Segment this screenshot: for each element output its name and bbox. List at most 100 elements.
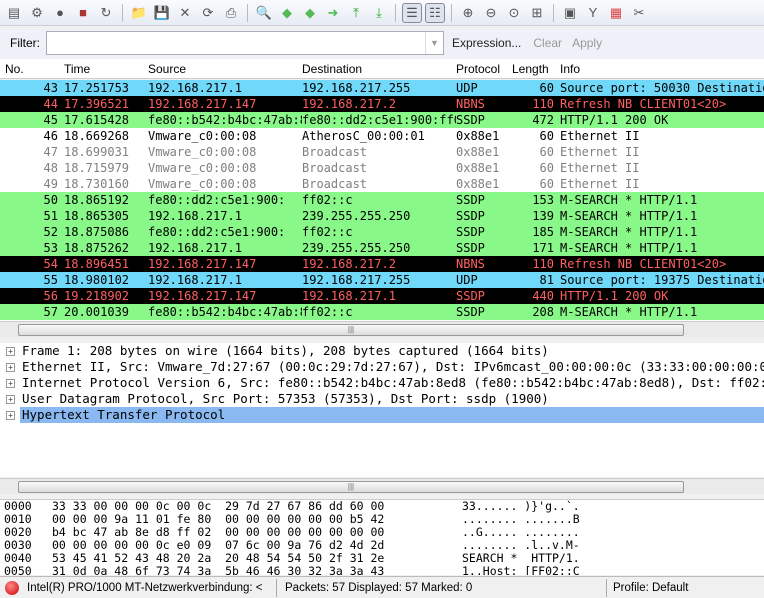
packet-row[interactable]: 47 18.699031 Vmware_c0:00:08 Broadcast 0x88e… bbox=[0, 144, 764, 160]
packet-dst: ff02::c bbox=[302, 225, 353, 239]
packet-len: 139 bbox=[532, 209, 554, 223]
packet-dst: 239.255.255.250 bbox=[302, 241, 411, 255]
packet-dst: 192.168.217.255 bbox=[302, 273, 411, 287]
close-file-icon[interactable]: ✕ bbox=[175, 3, 195, 23]
capture-options-icon[interactable]: ⚙ bbox=[27, 3, 47, 23]
detail-tree-item[interactable]: + User Datagram Protocol, Src Port: 57353… bbox=[0, 391, 764, 407]
col-length[interactable]: Length bbox=[512, 62, 549, 76]
packet-row[interactable]: 48 18.715979 Vmware_c0:00:08 Broadcast 0x88e… bbox=[0, 160, 764, 176]
packet-proto: 0x88e1 bbox=[456, 145, 500, 159]
packet-row[interactable]: 46 18.669268 Vmware_c0:00:08 AtherosC_00:00… bbox=[0, 128, 764, 144]
packet-info: M-SEARCH * HTTP/1.1 bbox=[560, 305, 698, 319]
packet-row[interactable]: 54 18.896451 192.168.217.147 192.168.217.2 N… bbox=[0, 256, 764, 272]
display-filters-icon[interactable]: Y bbox=[583, 3, 603, 23]
reload-icon[interactable]: ⟳ bbox=[198, 3, 218, 23]
normal-size-icon[interactable]: ⊙ bbox=[504, 3, 524, 23]
expression-button[interactable]: Expression... bbox=[452, 36, 521, 50]
capture-filters-icon[interactable]: ▣ bbox=[560, 3, 580, 23]
packet-row[interactable]: 49 18.730160 Vmware_c0:00:08 Broadcast 0x88e… bbox=[0, 176, 764, 192]
coloring-rules-icon[interactable]: ▦ bbox=[606, 3, 626, 23]
packet-row[interactable]: 56 19.218902 192.168.217.147 192.168.217.1 S… bbox=[0, 288, 764, 304]
go-first-icon[interactable]: ⤒ bbox=[346, 3, 366, 23]
packet-dst: 192.168.217.2 bbox=[302, 97, 396, 111]
packet-no: 57 bbox=[43, 305, 58, 319]
packet-time: 18.699031 bbox=[64, 145, 130, 159]
packet-info: Ethernet II bbox=[560, 161, 640, 175]
packet-row[interactable]: 55 18.980102 192.168.217.1 192.168.217.255 U… bbox=[0, 272, 764, 288]
packet-row[interactable]: 43 17.251753 192.168.217.1 192.168.217.255 U… bbox=[0, 80, 764, 96]
go-forward-icon[interactable]: ◆ bbox=[300, 3, 320, 23]
packet-src: fe80::b542:b4bc:47ab:8ed8 bbox=[148, 113, 302, 127]
col-info[interactable]: Info bbox=[560, 62, 580, 76]
autoscroll-icon[interactable]: ☷ bbox=[425, 2, 445, 23]
detail-tree-item[interactable]: + Frame 1: 208 bytes on wire (1664 bits),… bbox=[0, 343, 764, 359]
packet-dst: Broadcast bbox=[302, 177, 368, 191]
expand-icon[interactable]: + bbox=[6, 379, 15, 388]
packet-row[interactable]: 44 17.396521 192.168.217.147 192.168.217.2 N… bbox=[0, 96, 764, 112]
capture-status-icon[interactable] bbox=[5, 580, 19, 595]
colorize-icon[interactable]: ☰ bbox=[402, 2, 422, 23]
details-scrollbar[interactable]: ||| bbox=[0, 478, 764, 494]
expand-icon[interactable]: + bbox=[6, 395, 15, 404]
packet-row[interactable]: 50 18.865192 fe80::dd2:c5e1:900: ff02::c SSD… bbox=[0, 192, 764, 208]
packet-src: 192.168.217.1 bbox=[148, 209, 242, 223]
filter-dropdown-icon[interactable]: ▼ bbox=[425, 32, 443, 54]
clear-button[interactable]: Clear bbox=[533, 36, 562, 50]
zoom-in-icon[interactable]: ⊕ bbox=[458, 3, 478, 23]
detail-tree-item[interactable]: + Ethernet II, Src: Vmware_7d:27:67 (00:0… bbox=[0, 359, 764, 375]
col-destination[interactable]: Destination bbox=[302, 62, 362, 76]
packet-bytes: 0000 33 33 00 00 00 0c 00 0c 29 7d 27 67 … bbox=[0, 499, 764, 575]
hex-ascii: 1..Host: [FF02::C bbox=[462, 564, 580, 576]
packet-row[interactable]: 57 20.001039 fe80::b542:b4bc:47ab:8ed8ff02… bbox=[0, 304, 764, 320]
scroll-thumb[interactable]: ||| bbox=[18, 324, 684, 336]
restart-capture-icon[interactable]: ↻ bbox=[96, 3, 116, 23]
go-to-packet-icon[interactable]: ➜ bbox=[323, 3, 343, 23]
filter-input[interactable]: ▼ bbox=[46, 31, 444, 55]
packet-row[interactable]: 52 18.875086 fe80::dd2:c5e1:900: ff02::c SSD… bbox=[0, 224, 764, 240]
packet-len: 185 bbox=[532, 225, 554, 239]
packet-len: 60 bbox=[539, 129, 554, 143]
packet-src: Vmware_c0:00:08 bbox=[148, 177, 257, 191]
resize-columns-icon[interactable]: ⊞ bbox=[527, 3, 547, 23]
packet-src: Vmware_c0:00:08 bbox=[148, 145, 257, 159]
go-back-icon[interactable]: ◆ bbox=[277, 3, 297, 23]
packet-dst: 192.168.217.1 bbox=[302, 289, 396, 303]
preferences-icon[interactable]: ✂ bbox=[629, 3, 649, 23]
col-protocol[interactable]: Protocol bbox=[456, 62, 500, 76]
save-file-icon[interactable]: 💾 bbox=[152, 3, 172, 23]
packet-time: 18.865305 bbox=[64, 209, 130, 223]
print-icon[interactable]: ⎙ bbox=[221, 3, 241, 23]
packet-details: + Frame 1: 208 bytes on wire (1664 bits),… bbox=[0, 343, 764, 477]
expand-icon[interactable]: + bbox=[6, 411, 15, 420]
profile-status[interactable]: Profile: Default bbox=[607, 579, 692, 597]
packet-row[interactable]: 53 18.875262 192.168.217.1 239.255.255.250 S… bbox=[0, 240, 764, 256]
apply-button[interactable]: Apply bbox=[572, 36, 602, 50]
packet-row[interactable]: 45 17.615428 fe80::b542:b4bc:47ab:8ed8fe80… bbox=[0, 112, 764, 128]
packet-src: fe80::b542:b4bc:47ab:8ed8 bbox=[148, 305, 302, 319]
go-last-icon[interactable]: ⤓ bbox=[369, 3, 389, 23]
start-capture-icon[interactable]: ● bbox=[50, 3, 70, 23]
packet-proto: NBNS bbox=[456, 257, 485, 271]
detail-tree-item[interactable]: + Internet Protocol Version 6, Src: fe80:… bbox=[0, 375, 764, 391]
expand-icon[interactable]: + bbox=[6, 347, 15, 356]
col-source[interactable]: Source bbox=[148, 62, 186, 76]
open-file-icon[interactable]: 📁 bbox=[129, 3, 149, 23]
col-time[interactable]: Time bbox=[64, 62, 90, 76]
interface-list-icon[interactable]: ▤ bbox=[4, 3, 24, 23]
expand-icon[interactable]: + bbox=[6, 363, 15, 372]
scroll-thumb[interactable]: ||| bbox=[18, 481, 684, 493]
packet-no: 52 bbox=[43, 225, 58, 239]
packet-time: 20.001039 bbox=[64, 305, 130, 319]
detail-tree-item[interactable]: + Hypertext Transfer Protocol bbox=[0, 407, 764, 423]
packet-no: 48 bbox=[43, 161, 58, 175]
packet-list-scrollbar[interactable]: ||| bbox=[0, 321, 764, 337]
packet-row[interactable]: 51 18.865305 192.168.217.1 239.255.255.250 S… bbox=[0, 208, 764, 224]
col-no[interactable]: No. bbox=[5, 62, 24, 76]
find-packet-icon[interactable]: 🔍 bbox=[254, 3, 274, 23]
packet-dst: fe80::dd2:c5e1:900:ff02 bbox=[302, 113, 456, 127]
zoom-out-icon[interactable]: ⊖ bbox=[481, 3, 501, 23]
packet-proto: SSDP bbox=[456, 289, 485, 303]
stop-capture-icon[interactable]: ■ bbox=[73, 3, 93, 23]
packet-time: 19.218902 bbox=[64, 289, 130, 303]
packet-no: 50 bbox=[43, 193, 58, 207]
